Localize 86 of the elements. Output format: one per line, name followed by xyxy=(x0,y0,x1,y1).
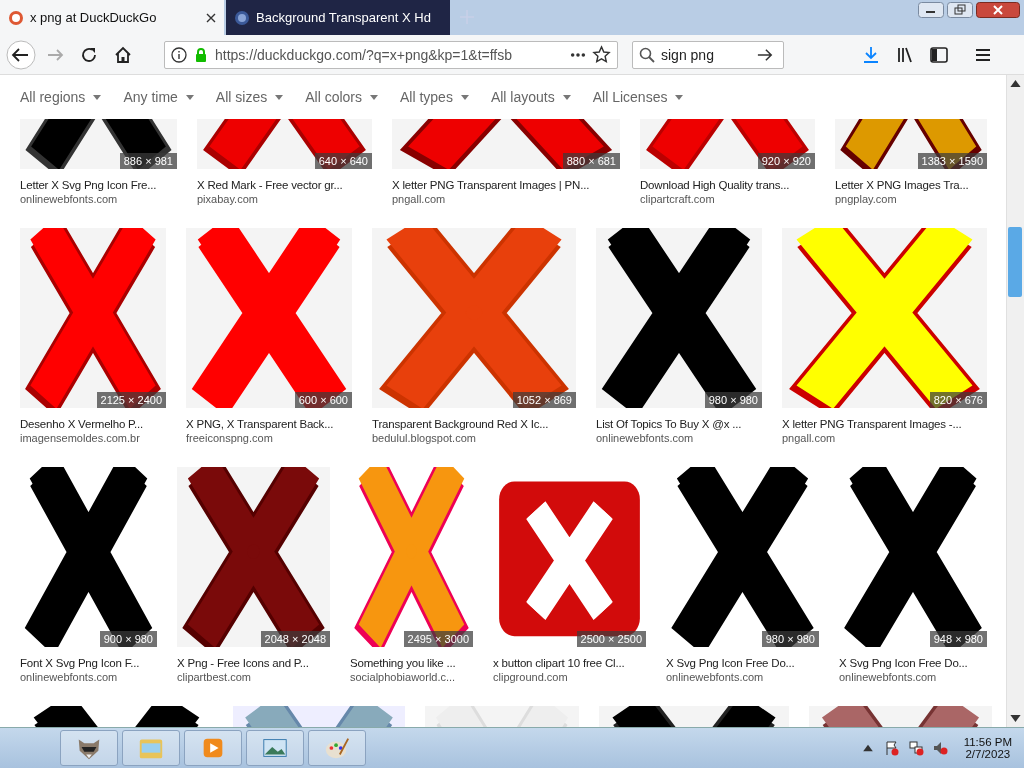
result-title[interactable]: Letter X Svg Png Icon Fre... xyxy=(20,179,177,191)
image-dimensions: 880 × 681 xyxy=(562,153,620,169)
network-icon[interactable] xyxy=(907,740,924,756)
image-dimensions: 980 × 980 xyxy=(704,392,762,408)
minimize-icon[interactable] xyxy=(918,2,944,18)
bookmark-star-icon[interactable] xyxy=(592,45,611,64)
arrow-right-icon[interactable] xyxy=(757,46,773,63)
result-source[interactable]: imagensemoldes.com.br xyxy=(20,432,166,444)
caret-icon xyxy=(562,94,571,100)
result-source[interactable]: bedulul.blogspot.com xyxy=(372,432,576,444)
result-source[interactable]: pngall.com xyxy=(782,432,987,444)
filter-dropdown[interactable]: Any time xyxy=(117,85,200,109)
letter-logo-icon xyxy=(234,9,250,26)
browser-tab[interactable]: Background Transparent X Hd xyxy=(226,0,450,35)
image-dimensions: 2048 × 2048 xyxy=(260,631,330,647)
result-source[interactable]: onlinewebfonts.com xyxy=(666,671,819,683)
result-title[interactable]: Desenho X Vermelho P... xyxy=(20,418,166,430)
speaker-icon[interactable] xyxy=(931,740,948,756)
image-dimensions: 948 × 980 xyxy=(929,631,987,647)
result-source[interactable]: pixabay.com xyxy=(197,193,372,205)
search-text: sign png xyxy=(661,46,715,63)
restore-icon[interactable] xyxy=(947,2,973,18)
image-dimensions: 886 × 981 xyxy=(119,153,177,169)
result-source[interactable]: onlinewebfonts.com xyxy=(20,671,157,683)
filter-dropdown[interactable]: All layouts xyxy=(484,85,577,109)
result-source[interactable]: clipartbest.com xyxy=(177,671,330,683)
result-title[interactable]: X letter PNG Transparent Images -... xyxy=(782,418,987,430)
caret-icon xyxy=(275,94,284,100)
duck-logo-icon xyxy=(8,9,24,26)
result-title[interactable]: List Of Topics To Buy X @x ... xyxy=(596,418,762,430)
result-title[interactable]: Something you like ... xyxy=(350,657,473,669)
close-window-icon[interactable] xyxy=(976,2,1020,18)
result-source[interactable]: clipground.com xyxy=(493,671,646,683)
image-dimensions: 920 × 920 xyxy=(757,153,815,169)
image-dimensions: 640 × 640 xyxy=(314,153,372,169)
result-title[interactable]: X letter PNG Transparent Images | PN... xyxy=(392,179,620,191)
image-dimensions: 600 × 600 xyxy=(294,392,352,408)
lock-icon xyxy=(193,46,209,63)
result-title[interactable]: Font X Svg Png Icon F... xyxy=(20,657,157,669)
search-icon xyxy=(639,46,655,63)
result-title[interactable]: Transparent Background Red X Ic... xyxy=(372,418,576,430)
image-dimensions: 2125 × 2400 xyxy=(96,392,166,408)
filter-dropdown[interactable]: All sizes xyxy=(209,85,290,109)
caret-icon xyxy=(185,94,194,100)
result-source[interactable]: onlinewebfonts.com xyxy=(839,671,987,683)
info-icon[interactable] xyxy=(171,46,187,63)
filter-dropdown[interactable]: All regions xyxy=(14,85,108,109)
result-source[interactable]: onlinewebfonts.com xyxy=(20,193,177,205)
caret-icon xyxy=(460,94,469,100)
result-source[interactable]: socialphobiaworld.c... xyxy=(350,671,473,683)
result-source[interactable]: onlinewebfonts.com xyxy=(596,432,762,444)
result-source[interactable]: clipartcraft.com xyxy=(640,193,815,205)
result-source[interactable]: freeiconspng.com xyxy=(186,432,352,444)
flag-icon[interactable] xyxy=(883,740,900,756)
result-title[interactable]: X Svg Png Icon Free Do... xyxy=(839,657,987,669)
result-title[interactable]: X Png - Free Icons and P... xyxy=(177,657,330,669)
image-dimensions: 1383 × 1590 xyxy=(917,153,987,169)
image-dimensions: 900 × 980 xyxy=(99,631,157,647)
image-dimensions: 980 × 980 xyxy=(761,631,819,647)
image-dimensions: 820 × 676 xyxy=(929,392,987,408)
search-field[interactable]: sign png xyxy=(632,40,784,69)
filter-dropdown[interactable]: All types xyxy=(394,85,475,109)
taskbar-app[interactable] xyxy=(60,730,118,766)
address-bar[interactable]: https://duckduckgo.com/?q=x+png&kp=1&t=ffsb xyxy=(164,40,618,69)
caret-icon xyxy=(370,94,378,100)
clock[interactable]: 11:56 PM 2/7/2023 xyxy=(963,736,1012,760)
filter-dropdown[interactable]: All Licenses xyxy=(586,85,690,109)
result-source[interactable]: pngplay.com xyxy=(835,193,987,205)
caret-icon xyxy=(675,94,684,100)
image-dimensions: 2495 × 3000 xyxy=(403,631,473,647)
result-source[interactable]: pngall.com xyxy=(392,193,620,205)
result-title[interactable]: X PNG, X Transparent Back... xyxy=(186,418,352,430)
scrollbar[interactable] xyxy=(1006,75,1024,727)
result-title[interactable]: X Red Mark - Free vector gr... xyxy=(197,179,372,191)
browser-tab[interactable]: x png at DuckDuckGo xyxy=(0,0,224,35)
result-title[interactable]: Letter X PNG Images Tra... xyxy=(835,179,987,191)
scrollbar-thumb[interactable] xyxy=(1008,227,1022,297)
result-title[interactable]: Download High Quality trans... xyxy=(640,179,815,191)
close-icon[interactable] xyxy=(206,12,216,23)
caret-icon xyxy=(93,94,102,100)
back-icon[interactable] xyxy=(6,39,36,70)
image-dimensions: 2500 × 2500 xyxy=(576,631,646,647)
result-title[interactable]: X Svg Png Icon Free Do... xyxy=(666,657,819,669)
image-dimensions: 1052 × 869 xyxy=(512,392,576,408)
filter-dropdown[interactable]: All colors xyxy=(299,85,384,109)
result-title[interactable]: x button clipart 10 free Cl... xyxy=(493,657,646,669)
